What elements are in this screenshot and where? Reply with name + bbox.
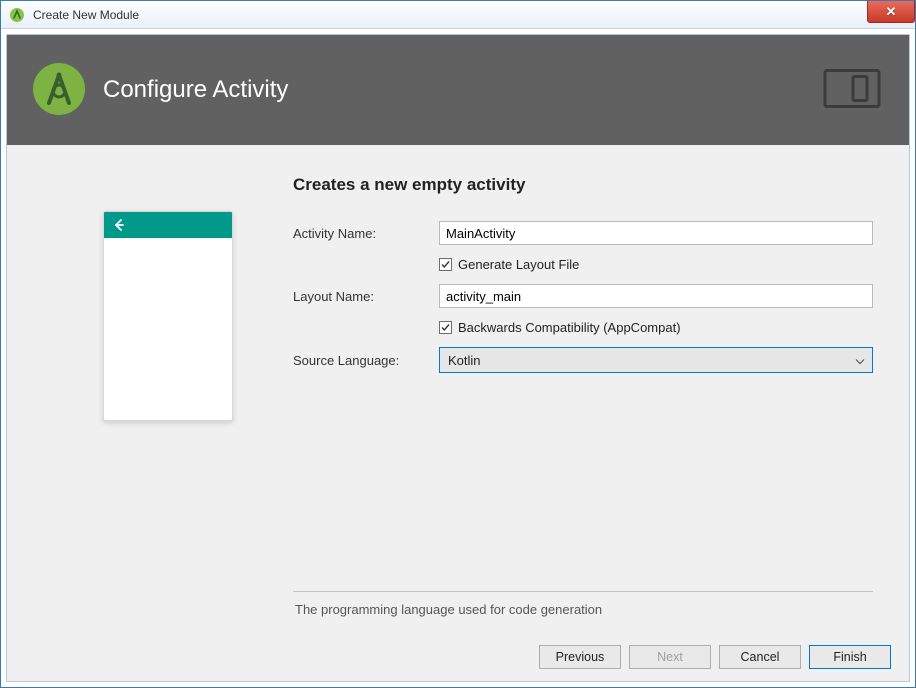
page-heading: Creates a new empty activity: [293, 175, 873, 195]
source-language-select[interactable]: Kotlin: [439, 347, 873, 373]
close-icon: ✕: [886, 4, 897, 20]
button-bar: Previous Next Cancel Finish: [7, 633, 909, 681]
source-language-label: Source Language:: [293, 353, 433, 368]
preview-column: [43, 171, 293, 617]
phone-preview: [103, 211, 233, 421]
finish-button[interactable]: Finish: [809, 645, 891, 669]
dialog-body: Creates a new empty activity Activity Na…: [7, 145, 909, 633]
android-studio-icon: [7, 5, 27, 25]
form: Activity Name: Generate Layout File Layo…: [293, 221, 873, 373]
backwards-compat-label: Backwards Compatibility (AppCompat): [458, 320, 681, 335]
generate-layout-checkbox[interactable]: [439, 258, 452, 271]
titlebar: Create New Module ✕: [1, 1, 915, 29]
hint-text: The programming language used for code g…: [293, 591, 873, 617]
activity-name-label: Activity Name:: [293, 226, 433, 241]
window: Create New Module ✕ Configure Activity: [0, 0, 916, 688]
previous-button[interactable]: Previous: [539, 645, 621, 669]
chevron-down-icon: [855, 353, 865, 368]
layout-name-label: Layout Name:: [293, 289, 433, 304]
layout-name-input[interactable]: [439, 284, 873, 308]
form-column: Creates a new empty activity Activity Na…: [293, 171, 873, 617]
check-icon: [440, 259, 451, 270]
back-arrow-icon: [112, 218, 126, 232]
window-controls: ✕: [867, 1, 915, 23]
generate-layout-checkbox-row[interactable]: Generate Layout File: [439, 257, 873, 272]
backwards-compat-checkbox-row[interactable]: Backwards Compatibility (AppCompat): [439, 320, 873, 335]
banner: Configure Activity: [7, 35, 909, 145]
phone-appbar: [104, 212, 232, 238]
generate-layout-label: Generate Layout File: [458, 257, 579, 272]
banner-title: Configure Activity: [103, 76, 288, 104]
window-close-button[interactable]: ✕: [867, 1, 915, 23]
next-button: Next: [629, 645, 711, 669]
source-language-select-wrap: Kotlin: [439, 347, 873, 373]
dialog-content: Configure Activity: [6, 34, 910, 682]
device-icon: [823, 69, 881, 112]
activity-name-input[interactable]: [439, 221, 873, 245]
window-title: Create New Module: [33, 8, 139, 22]
check-icon: [440, 322, 451, 333]
source-language-value: Kotlin: [448, 353, 481, 368]
backwards-compat-checkbox[interactable]: [439, 321, 452, 334]
android-studio-logo: [31, 61, 87, 120]
cancel-button[interactable]: Cancel: [719, 645, 801, 669]
